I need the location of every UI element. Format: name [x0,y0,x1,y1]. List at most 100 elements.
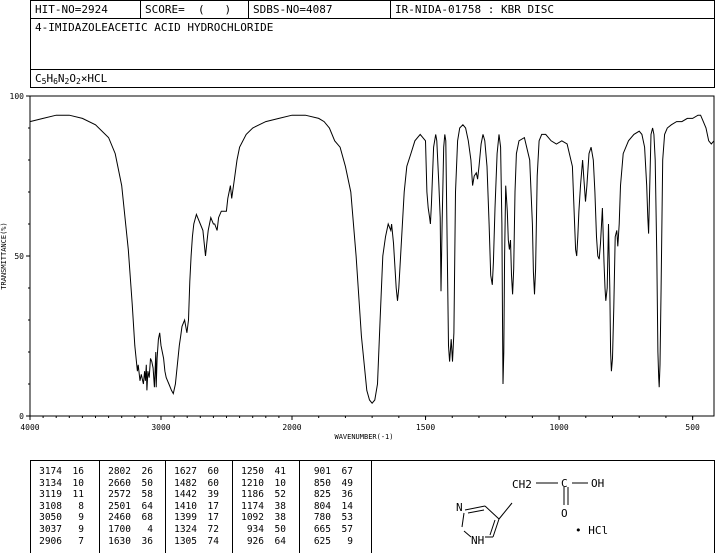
peak-row: 1250 41 [236,466,286,478]
peak-row: 3174 16 [34,466,84,478]
peak-wavenumber: 625 [313,535,331,547]
y-tick-label: 0 [19,412,24,421]
x-tick-label: 1000 [549,423,568,432]
peak-row: 2802 26 [103,466,153,478]
peak-transmittance: 10 [72,477,84,489]
peak-row: 1442 39 [169,489,219,501]
peak-wavenumber: 1410 [174,500,197,512]
hcl-label: • HCl [575,524,608,537]
x-tick-label: 500 [685,423,700,432]
x-tick-label: 1500 [416,423,435,432]
peak-wavenumber: 901 [313,466,331,477]
x-tick-label: 3000 [151,423,170,432]
peak-row: 901 67 [303,466,353,478]
chart-marks [29,114,715,404]
peak-wavenumber: 3174 [39,466,62,477]
peak-row: 1399 17 [169,512,219,524]
peak-transmittance: 50 [141,477,153,489]
peak-row: 1482 60 [169,478,219,490]
peak-wavenumber: 3119 [39,489,62,501]
peak-wavenumber: 1442 [174,489,197,501]
compound-name: 4-IMIDAZOLEACETIC ACID HYDROCHLORIDE [35,21,274,34]
peak-transmittance: 53 [341,512,353,524]
structure-box: CH2 C OH O N NH • HCl [371,460,715,553]
peak-column: 901 67 850 49 825 36 804 14 780 53 665 57 625 9 [303,466,353,547]
x-tick-label: 2000 [282,423,301,432]
peak-transmittance: 64 [274,535,286,547]
x-tick-label: 4000 [20,423,39,432]
y-tick-label: 50 [14,252,24,261]
peak-row: 934 50 [236,524,286,536]
header-bar: HIT-NO=2924 SCORE= ( ) SDBS-NO=4087 IR-N… [30,0,715,19]
peak-transmittance: 9 [347,535,353,547]
peak-column-divider [299,461,300,553]
peak-row: 1186 52 [236,489,286,501]
peak-row: 1210 10 [236,478,286,490]
carbonyl-carbon-label: C [561,477,568,490]
peak-transmittance: 9 [78,512,84,524]
peak-wavenumber: 1305 [174,535,197,547]
peak-transmittance: 68 [141,512,153,524]
peak-column: 2802 26 2660 50 2572 58 2501 64 2460 68 1700 4 1630 3… [103,466,153,547]
peak-wavenumber: 1210 [241,477,264,489]
formula-part: ×HCL [80,72,108,85]
peak-column-divider [232,461,233,553]
peak-transmittance: 58 [141,489,153,501]
peak-row: 2460 68 [103,512,153,524]
peak-wavenumber: 1627 [174,466,197,477]
hydroxyl-label: OH [591,477,604,490]
peak-transmittance: 57 [341,523,353,535]
peak-wavenumber: 934 [246,523,264,535]
ch2-label: CH2 [512,478,532,491]
peak-wavenumber: 1092 [241,512,264,524]
peak-wavenumber: 1250 [241,466,264,477]
peak-wavenumber: 1630 [108,535,131,547]
peak-wavenumber: 2501 [108,500,131,512]
chemical-structure: CH2 C OH O N NH • HCl [456,477,608,547]
peak-transmittance: 52 [274,489,286,501]
spectrum-line [29,114,715,404]
peak-wavenumber: 665 [313,523,331,535]
sdbs-number: SDBS-NO=4087 [249,1,391,19]
compound-info-box: 4-IMIDAZOLEACETIC ACID HYDROCHLORIDE C5H… [30,18,715,88]
peak-wavenumber: 1186 [241,489,264,501]
y-axis-label: TRANSMITTANCE(%) [0,222,8,289]
peak-wavenumber: 926 [246,535,264,547]
peak-column-divider [165,461,166,553]
peak-row: 625 9 [303,536,353,548]
peak-column: 1250 41 1210 10 1186 52 1174 38 1092 38 934 50 926 64 [236,466,286,547]
peak-row: 804 14 [303,501,353,513]
score: SCORE= ( ) [141,1,249,19]
peak-wavenumber: 3108 [39,500,62,512]
peak-transmittance: 9 [78,523,84,535]
peak-transmittance: 11 [72,489,84,501]
peak-transmittance: 49 [341,477,353,489]
formula-part: N [57,72,65,85]
ring-nh-label: NH [471,534,484,547]
peak-row: 3050 9 [34,512,84,524]
peak-transmittance: 26 [141,466,153,477]
peak-row: 780 53 [303,512,353,524]
peak-column: 1627 60 1482 60 1442 39 1410 17 1399 17 1324 72 1305… [169,466,219,547]
peak-row: 1092 38 [236,512,286,524]
peak-transmittance: 7 [78,535,84,547]
carbonyl-oxygen-label: O [561,507,568,520]
peak-transmittance: 17 [207,512,219,524]
peak-row: 665 57 [303,524,353,536]
peak-transmittance: 16 [72,466,84,477]
peak-row: 850 49 [303,478,353,490]
peak-wavenumber: 3050 [39,512,62,524]
peak-row: 1700 4 [103,524,153,536]
peak-wavenumber: 3037 [39,523,62,535]
peak-transmittance: 41 [274,466,286,477]
peak-row: 825 36 [303,489,353,501]
peak-transmittance: 74 [207,535,219,547]
peak-row: 1627 60 [169,466,219,478]
ring-nitrogen-label: N [456,501,463,514]
peak-wavenumber: 804 [313,500,331,512]
peak-transmittance: 39 [207,489,219,501]
molecular-formula: C5H6N2O2×HCL [35,72,108,86]
peak-row: 3108 8 [34,501,84,513]
peak-wavenumber: 2906 [39,535,62,547]
peak-row: 2501 64 [103,501,153,513]
